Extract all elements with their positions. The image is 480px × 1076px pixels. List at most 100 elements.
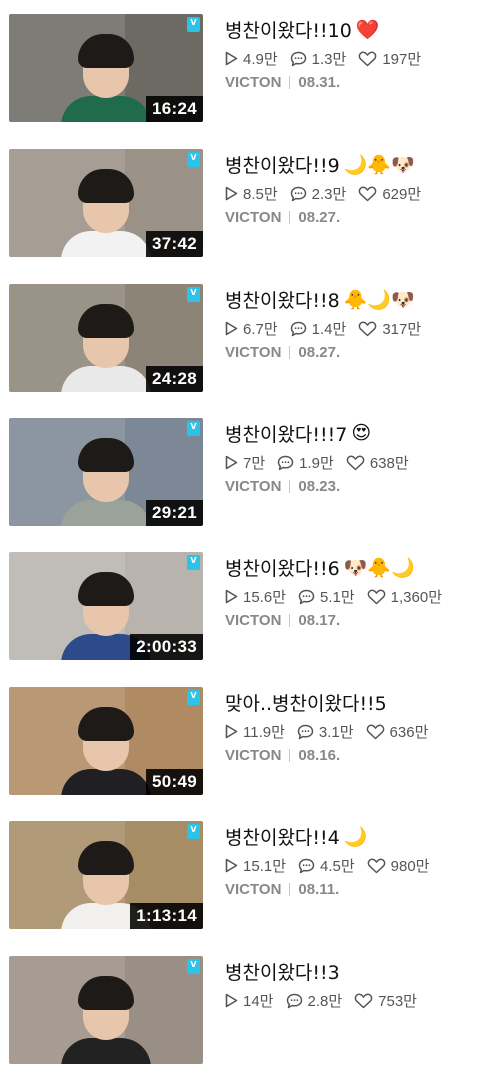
play-icon bbox=[225, 589, 238, 604]
comments-stat: 5.1만 bbox=[298, 586, 355, 607]
video-title[interactable]: 병찬이왔다!!8 🐥🌙🐶 bbox=[225, 286, 415, 312]
video-thumbnail[interactable]: V 2:00:33 bbox=[9, 552, 203, 660]
duration-label: 50:49 bbox=[146, 769, 203, 795]
video-title-text: 병찬이왔다!!9 bbox=[225, 154, 340, 177]
views-count: 7만 bbox=[243, 455, 266, 472]
vlive-badge-icon: V bbox=[187, 287, 200, 302]
views-stat: 7만 bbox=[225, 452, 265, 473]
video-thumbnail[interactable]: V 16:24 bbox=[9, 14, 203, 122]
meta-separator bbox=[289, 346, 291, 359]
title-emojis: 🌙🐥🐶 bbox=[343, 153, 415, 176]
channel-name[interactable]: VICTON bbox=[225, 74, 281, 91]
likes-stat: 629만 bbox=[358, 183, 421, 204]
upload-date: 08.27. bbox=[298, 209, 341, 226]
video-title-text: 병찬이왔다!!6 bbox=[225, 557, 340, 580]
title-emojis: ❤️ bbox=[355, 18, 380, 41]
video-title[interactable]: 맞아..병찬이왔다!!5 bbox=[225, 689, 391, 715]
video-list-item[interactable]: V 2:00:33 병찬이왔다!!6 🐶🐥🌙 15.6만 5.1만 1,360만… bbox=[0, 552, 480, 672]
views-count: 15.1만 bbox=[243, 858, 286, 875]
comments-count: 1.4만 bbox=[311, 321, 347, 338]
likes-stat: 636만 bbox=[366, 721, 428, 742]
video-stats: 7만 1.9만 638만 bbox=[225, 452, 421, 473]
video-stats: 8.5만 2.3만 629만 bbox=[225, 183, 433, 204]
views-stat: 11.9만 bbox=[225, 721, 285, 742]
video-title[interactable]: 병찬이왔다!!!7 😍 bbox=[225, 420, 371, 446]
comments-stat: 1.3만 bbox=[290, 48, 346, 69]
thumbnail-person bbox=[61, 26, 151, 122]
views-count: 14만 bbox=[243, 993, 274, 1010]
likes-count: 980만 bbox=[390, 858, 430, 875]
video-thumbnail[interactable]: V 1:13:14 bbox=[9, 821, 203, 929]
thumbnail-shirt bbox=[61, 769, 151, 795]
video-thumbnail[interactable]: V 50:49 bbox=[9, 687, 203, 795]
comment-icon bbox=[290, 321, 306, 336]
play-icon bbox=[225, 993, 238, 1008]
video-list-item[interactable]: V 24:28 병찬이왔다!!8 🐥🌙🐶 6.7만 1.4만 317만 VICT… bbox=[0, 284, 480, 404]
comments-stat: 4.5만 bbox=[298, 855, 355, 876]
video-thumbnail[interactable]: V 24:28 bbox=[9, 284, 203, 392]
likes-stat: 980만 bbox=[367, 855, 430, 876]
video-list: V 16:24 병찬이왔다!!10 ❤️ 4.9만 1.3만 197만 VICT… bbox=[0, 0, 480, 1064]
video-list-item[interactable]: V 병찬이왔다!!3 14만 2.8만 753만 bbox=[0, 956, 480, 1076]
likes-stat: 1,360만 bbox=[367, 586, 442, 607]
video-thumbnail[interactable]: V 29:21 bbox=[9, 418, 203, 526]
channel-name[interactable]: VICTON bbox=[225, 209, 281, 226]
channel-name[interactable]: VICTON bbox=[225, 881, 281, 898]
comments-count: 4.5만 bbox=[320, 858, 355, 875]
title-emojis: 🐥🌙🐶 bbox=[343, 288, 415, 311]
vlive-badge-icon: V bbox=[187, 152, 200, 167]
upload-date: 08.31. bbox=[298, 74, 341, 91]
views-count: 8.5만 bbox=[243, 186, 278, 203]
video-list-item[interactable]: V 37:42 병찬이왔다!!9 🌙🐥🐶 8.5만 2.3만 629만 VICT… bbox=[0, 149, 480, 269]
video-title[interactable]: 병찬이왔다!!10 ❤️ bbox=[225, 16, 379, 42]
comments-count: 1.9만 bbox=[299, 455, 334, 472]
video-thumbnail[interactable]: V 37:42 bbox=[9, 149, 203, 257]
views-count: 11.9만 bbox=[243, 724, 285, 741]
heart-icon bbox=[358, 321, 377, 336]
channel-name[interactable]: VICTON bbox=[225, 747, 281, 764]
thumbnail-hair bbox=[78, 34, 134, 68]
channel-name[interactable]: VICTON bbox=[225, 344, 281, 361]
thumbnail-person bbox=[61, 968, 151, 1064]
duration-label: 1:13:14 bbox=[130, 903, 203, 929]
likes-count: 638만 bbox=[369, 455, 409, 472]
views-stat: 15.6만 bbox=[225, 586, 286, 607]
video-meta: VICTON 08.27. bbox=[225, 209, 340, 226]
duration-label: 2:00:33 bbox=[130, 634, 203, 660]
vlive-badge-icon: V bbox=[187, 690, 200, 705]
heart-icon bbox=[366, 724, 384, 739]
video-title[interactable]: 병찬이왔다!!3 bbox=[225, 958, 344, 984]
video-title[interactable]: 병찬이왔다!!9 🌙🐥🐶 bbox=[225, 151, 415, 177]
video-list-item[interactable]: V 16:24 병찬이왔다!!10 ❤️ 4.9만 1.3만 197만 VICT… bbox=[0, 14, 480, 134]
heart-icon bbox=[367, 589, 386, 604]
thumbnail-person bbox=[61, 161, 151, 257]
thumbnail-shirt bbox=[61, 1038, 151, 1064]
play-icon bbox=[225, 858, 238, 873]
channel-name[interactable]: VICTON bbox=[225, 478, 281, 495]
video-list-item[interactable]: V 29:21 병찬이왔다!!!7 😍 7만 1.9만 638만 VICTON bbox=[0, 418, 480, 538]
thumbnail-person bbox=[61, 296, 151, 392]
channel-name[interactable]: VICTON bbox=[225, 612, 281, 629]
heart-icon bbox=[358, 186, 377, 201]
video-list-item[interactable]: V 50:49 맞아..병찬이왔다!!5 11.9만 3.1만 636만 VIC… bbox=[0, 687, 480, 807]
duration-label: 16:24 bbox=[146, 96, 203, 122]
video-title-text: 맞아..병찬이왔다!!5 bbox=[225, 692, 387, 715]
video-thumbnail[interactable]: V bbox=[9, 956, 203, 1064]
comment-icon bbox=[297, 724, 314, 739]
video-title[interactable]: 병찬이왔다!!6 🐶🐥🌙 bbox=[225, 554, 415, 580]
video-meta: VICTON 08.17. bbox=[225, 612, 340, 629]
video-meta: VICTON 08.23. bbox=[225, 478, 340, 495]
comment-icon bbox=[277, 455, 294, 470]
views-count: 15.6만 bbox=[243, 589, 286, 606]
comments-count: 3.1만 bbox=[318, 724, 354, 741]
likes-stat: 317만 bbox=[358, 318, 421, 339]
views-stat: 15.1만 bbox=[225, 855, 286, 876]
play-icon bbox=[225, 455, 238, 470]
video-title[interactable]: 병찬이왔다!!4 🌙 bbox=[225, 823, 367, 849]
video-title-text: 병찬이왔다!!8 bbox=[225, 289, 340, 312]
heart-icon bbox=[367, 858, 386, 873]
thumbnail-hair bbox=[78, 169, 134, 203]
video-list-item[interactable]: V 1:13:14 병찬이왔다!!4 🌙 15.1만 4.5만 980만 VIC… bbox=[0, 821, 480, 941]
vlive-badge-icon: V bbox=[187, 17, 200, 32]
video-title-text: 병찬이왔다!!4 bbox=[225, 826, 340, 849]
